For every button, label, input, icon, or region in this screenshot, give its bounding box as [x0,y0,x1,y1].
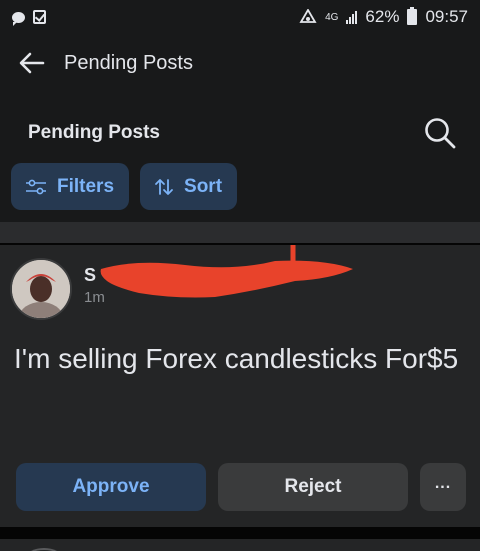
section-header: Pending Posts [0,108,480,158]
sort-arrows-icon [155,178,173,195]
profile-photo [12,260,70,318]
battery-percent: 62% [365,7,400,26]
battery-icon [407,7,418,25]
data-saver-icon [299,9,317,23]
reject-button[interactable]: Reject [218,463,408,511]
more-options-button[interactable]: ... [420,463,466,511]
back-button[interactable] [0,40,64,86]
status-bar: 4G 62% 09:57 [0,0,480,34]
network-type: 4G [325,11,339,23]
red-redaction-scribble [100,245,353,298]
page-title: Pending Posts [64,51,193,74]
avatar[interactable] [10,258,72,320]
post-separator [0,527,480,539]
pending-post-card: S 1m I'm selling Forex candlesticks For$… [0,245,480,527]
sort-chip[interactable]: Sort [140,163,238,210]
filters-chip[interactable]: Filters [11,163,130,210]
post-body: I'm selling Forex candlesticks For$5 [14,343,459,374]
section-title: Pending Posts [28,122,160,143]
top-app-bar: Pending Posts [0,40,480,86]
filters-chip-label: Filters [57,175,115,197]
section-divider [0,222,480,245]
status-right: 4G 62% 09:57 [299,7,468,27]
sort-chip-label: Sort [184,175,223,197]
arrow-left-icon [19,52,45,74]
checkbox-notification-icon [33,10,46,24]
message-notification-icon [12,11,25,26]
status-left [12,10,46,26]
more-dots-icon: ... [434,475,452,492]
approve-button[interactable]: Approve [16,463,206,511]
search-button[interactable] [416,109,464,157]
signal-icon [346,10,358,24]
chip-row: Filters Sort [11,163,238,210]
sliders-icon [26,179,46,194]
search-icon [425,118,456,149]
post-actions: Approve Reject ... [16,463,466,511]
clock: 09:57 [425,7,468,26]
next-post-card [0,539,480,551]
